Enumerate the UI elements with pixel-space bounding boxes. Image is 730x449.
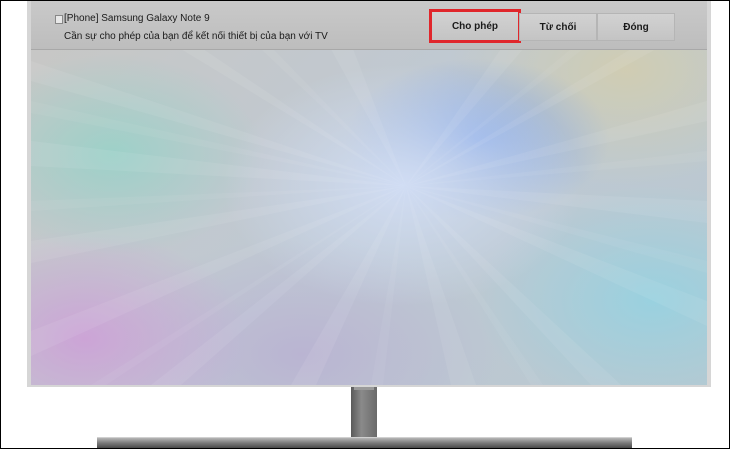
tv-stand-neck xyxy=(351,387,377,437)
deny-button[interactable]: Từ chối xyxy=(519,13,597,41)
allow-button-label: Cho phép xyxy=(451,20,499,32)
notification-title: [Phone] Samsung Galaxy Note 9 xyxy=(64,13,210,24)
notification-message: Cần sự cho phép của bạn để kết nối thiết… xyxy=(64,31,328,42)
tv-stand-joint xyxy=(354,387,374,390)
allow-button[interactable]: Cho phép xyxy=(429,9,521,43)
tv-stand-base xyxy=(97,437,632,448)
image-frame: [Phone] Samsung Galaxy Note 9 Cần sự cho… xyxy=(0,0,730,449)
device-icon xyxy=(55,15,63,24)
close-button-label: Đóng xyxy=(623,21,649,33)
permission-notification: [Phone] Samsung Galaxy Note 9 Cần sự cho… xyxy=(31,1,707,50)
tv-screen xyxy=(31,1,707,385)
deny-button-label: Từ chối xyxy=(539,21,577,33)
wallpaper-rays xyxy=(31,49,707,385)
close-button[interactable]: Đóng xyxy=(597,13,675,41)
